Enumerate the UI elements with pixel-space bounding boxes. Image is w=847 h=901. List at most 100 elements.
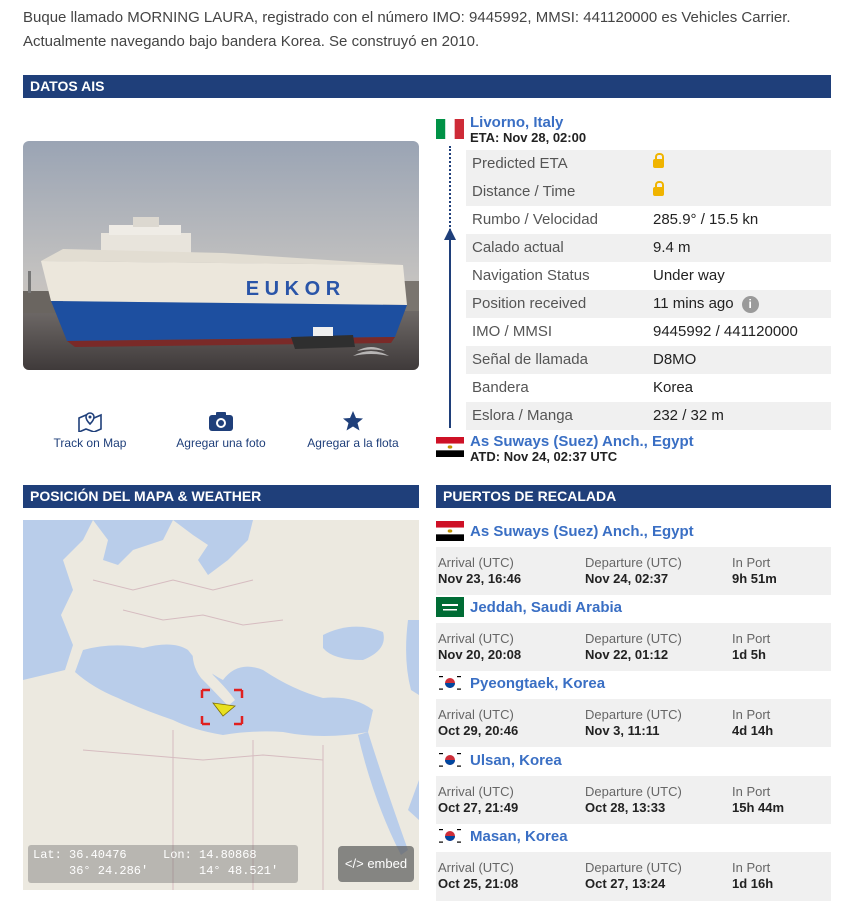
ais-row-course-speed: Rumbo / Velocidad 285.9° / 15.5 kn [466,206,831,234]
lat-label: Lat: [33,848,62,862]
departure-value: Nov 24, 02:37 [585,571,669,586]
ais-data-table: Predicted ETA Distance / Time Rumbo / Ve… [466,150,831,430]
camera-icon [209,412,233,431]
departure-label: Departure (UTC) [585,707,682,722]
origin-port: As Suways (Suez) Anch., Egypt ATD: Nov 2… [436,433,831,467]
section-header-ports: PUERTOS DE RECALADA [436,485,831,508]
port-call-link[interactable]: Ulsan, Korea [470,752,562,769]
korea-flag-icon [436,750,464,770]
lat-decimal: 36.40476 [69,848,127,862]
arrival-value: Nov 20, 20:08 [438,647,522,662]
departure-value: Nov 3, 11:11 [585,723,660,738]
in-port-value: 4d 14h [732,723,774,738]
vessel-actions: Track on Map Agregar una foto Agregar a … [23,410,419,460]
ais-key: Position received [472,295,587,312]
ais-row-distance-time: Distance / Time [466,178,831,206]
origin-port-link[interactable]: As Suways (Suez) Anch., Egypt [470,433,694,450]
destination-eta: ETA: Nov 28, 02:00 [470,130,587,145]
vessel-photo[interactable]: E U K O R [23,141,419,370]
section-header-ais: DATOS AIS [23,75,831,98]
ais-key: Navigation Status [472,267,590,284]
ais-value: 9.4 m [653,239,691,256]
track-on-map-button[interactable]: Track on Map [45,410,135,450]
vessel-description: Buque llamado MORNING LAURA, registrado … [23,9,791,50]
lock-icon [653,181,664,196]
vessel-map[interactable] [23,520,419,890]
section-header-map: POSICIÓN DEL MAPA & WEATHER [23,485,419,508]
map-canvas [23,520,419,890]
star-icon [343,411,363,431]
arrival-value: Oct 27, 21:49 [438,800,519,815]
ais-key: Calado actual [472,239,564,256]
arrival-label: Arrival (UTC) [438,631,514,646]
embed-button[interactable]: </> embed [338,846,414,882]
egypt-flag-icon [436,437,464,457]
ais-row-length-beam: Eslora / Manga 232 / 32 m [466,402,831,430]
egypt-flag-icon [436,521,464,541]
arrival-value: Oct 29, 20:46 [438,723,519,738]
in-port-label: In Port [732,631,771,646]
arrival-label: Arrival (UTC) [438,784,514,799]
ais-key: Predicted ETA [472,155,568,172]
info-icon[interactable]: i [741,295,759,313]
ais-key: Distance / Time [472,183,576,200]
ais-row-draught: Calado actual 9.4 m [466,234,831,262]
departure-label: Departure (UTC) [585,860,682,875]
ais-value: 285.9° / 15.5 kn [653,211,759,228]
lock-icon [653,153,664,168]
map-pin-icon [78,412,102,432]
ais-value: 232 / 32 m [653,407,724,424]
departure-value: Nov 22, 01:12 [585,647,669,662]
korea-flag-icon [436,673,464,693]
in-port-value: 1d 5h [732,647,766,662]
ais-row-flag: Bandera Korea [466,374,831,402]
add-photo-button[interactable]: Agregar una foto [169,410,273,450]
in-port-label: In Port [732,784,771,799]
ais-value: Korea [653,379,694,396]
arrival-label: Arrival (UTC) [438,707,514,722]
add-to-fleet-button[interactable]: Agregar a la flota [303,410,403,450]
ais-row-imo-mmsi: IMO / MMSI 9445992 / 441120000 [466,318,831,346]
ais-key: Señal de llamada [472,351,588,368]
in-port-value: 9h 51m [732,571,777,586]
port-call-link[interactable]: Jeddah, Saudi Arabia [470,599,622,616]
saudi-flag-icon [436,597,464,617]
ais-value: Under way [653,267,725,284]
coordinates-panel: Lat: 36.40476 36° 24.286′ Lon: 14.80868 … [28,845,298,883]
add-to-fleet-label: Agregar a la flota [307,436,399,450]
lon-label: Lon: [163,848,192,862]
arrival-label: Arrival (UTC) [438,860,514,875]
port-call-link[interactable]: As Suways (Suez) Anch., Egypt [470,523,694,540]
arrival-value: Oct 25, 21:08 [438,876,519,891]
position-received-text: 11 mins ago [653,295,734,312]
ais-value: D8MO [653,351,697,368]
departure-label: Departure (UTC) [585,631,682,646]
port-call-item: Ulsan, Korea Arrival (UTC) Departure (UT… [436,750,831,824]
in-port-value: 15h 44m [732,800,785,815]
port-call-item: Masan, Korea Arrival (UTC) Departure (UT… [436,826,831,901]
korea-flag-icon [436,826,464,846]
hull-lettering: E U K O R [246,278,341,300]
departure-label: Departure (UTC) [585,784,682,799]
route-arrow-icon [444,228,456,428]
in-port-label: In Port [732,707,771,722]
departure-value: Oct 27, 13:24 [585,876,666,891]
ais-row-callsign: Señal de llamada D8MO [466,346,831,374]
port-call-item: Pyeongtaek, Korea Arrival (UTC) Departur… [436,673,831,747]
ais-row-nav-status: Navigation Status Under way [466,262,831,290]
ais-key: Eslora / Manga [472,407,573,424]
arrival-label: Arrival (UTC) [438,555,514,570]
ais-key: IMO / MMSI [472,323,552,340]
ais-row-position-received: Position received 11 mins ago i [466,290,831,318]
ais-value[interactable] [653,178,664,206]
arrival-value: Nov 23, 16:46 [438,571,522,586]
in-port-label: In Port [732,555,771,570]
ais-value[interactable] [653,150,664,178]
vessel-photo-image: E U K O R [23,141,419,370]
port-call-link[interactable]: Masan, Korea [470,828,568,845]
track-on-map-label: Track on Map [53,436,127,450]
in-port-label: In Port [732,860,771,875]
ais-key: Rumbo / Velocidad [472,211,598,228]
destination-port-link[interactable]: Livorno, Italy [470,114,563,131]
port-call-link[interactable]: Pyeongtaek, Korea [470,675,605,692]
